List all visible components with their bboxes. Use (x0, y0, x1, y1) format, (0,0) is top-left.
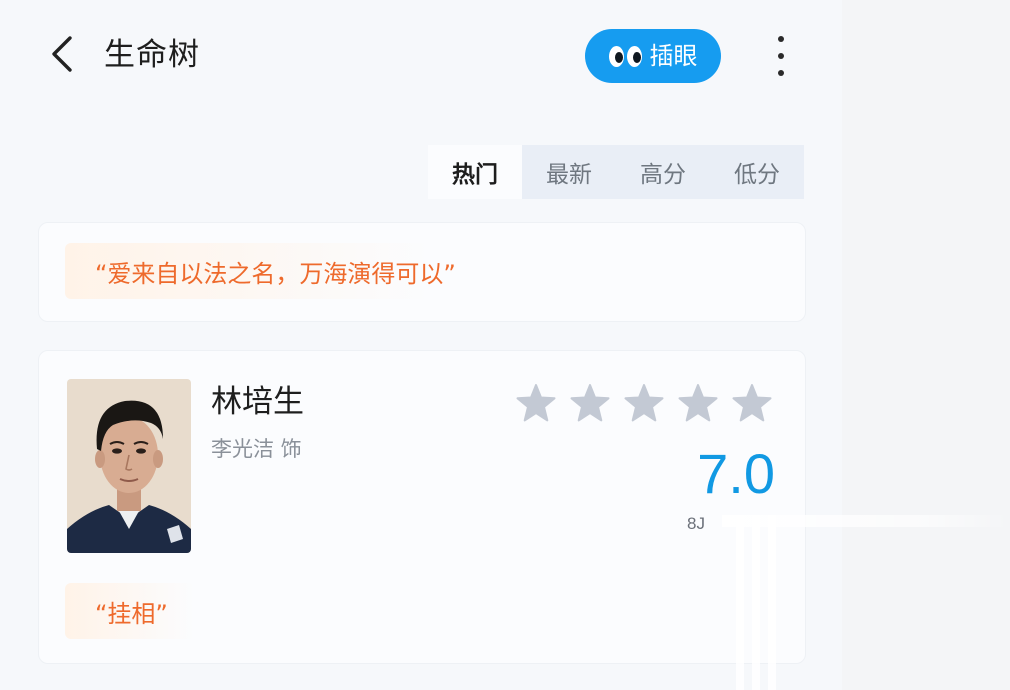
tab-high-score[interactable]: 高分 (616, 145, 710, 199)
watch-button-label: 插眼 (649, 42, 698, 70)
tab-low-score[interactable]: 低分 (710, 145, 804, 199)
more-vertical-icon (778, 36, 784, 42)
eyes-icon (608, 45, 642, 67)
overlay-artifact (752, 515, 760, 690)
tag-text: “挂相” (65, 583, 202, 639)
tab-latest[interactable]: 最新 (522, 145, 616, 199)
actor-credit: 李光洁 饰 (211, 437, 302, 461)
quote-text: “爱来自以法之名，万海演得可以” (65, 243, 474, 299)
more-button[interactable] (768, 34, 794, 78)
side-margin (842, 0, 1010, 690)
actor-portrait[interactable] (67, 379, 191, 553)
rating-count: 8J (687, 514, 705, 533)
quote-card[interactable]: “爱来自以法之名，万海演得可以” (38, 222, 806, 322)
app-screen: 生命树 插眼 热门 最新 高分 低分 “爱来自以法之名，万海演得可以” 林培生 … (0, 0, 842, 690)
rating-score: 7.0 (697, 442, 775, 505)
star-rating[interactable] (516, 383, 772, 423)
back-button[interactable] (44, 34, 84, 74)
star-icon[interactable] (678, 383, 718, 423)
star-icon[interactable] (516, 383, 556, 423)
character-name: 林培生 (211, 384, 304, 420)
character-card[interactable]: 林培生 李光洁 饰 7.0 8J “挂相” (38, 350, 806, 664)
star-icon[interactable] (570, 383, 610, 423)
overlay-artifact (736, 515, 744, 690)
tab-hot[interactable]: 热门 (428, 145, 522, 199)
sort-tabs: 热门 最新 高分 低分 (428, 145, 804, 199)
chevron-left-icon (52, 36, 72, 72)
star-icon[interactable] (732, 383, 772, 423)
overlay-artifact (768, 515, 776, 690)
watch-button[interactable]: 插眼 (585, 29, 721, 83)
portrait-image (67, 379, 191, 553)
star-icon[interactable] (624, 383, 664, 423)
overlay-artifact (722, 515, 1010, 527)
page-title: 生命树 (104, 37, 200, 73)
